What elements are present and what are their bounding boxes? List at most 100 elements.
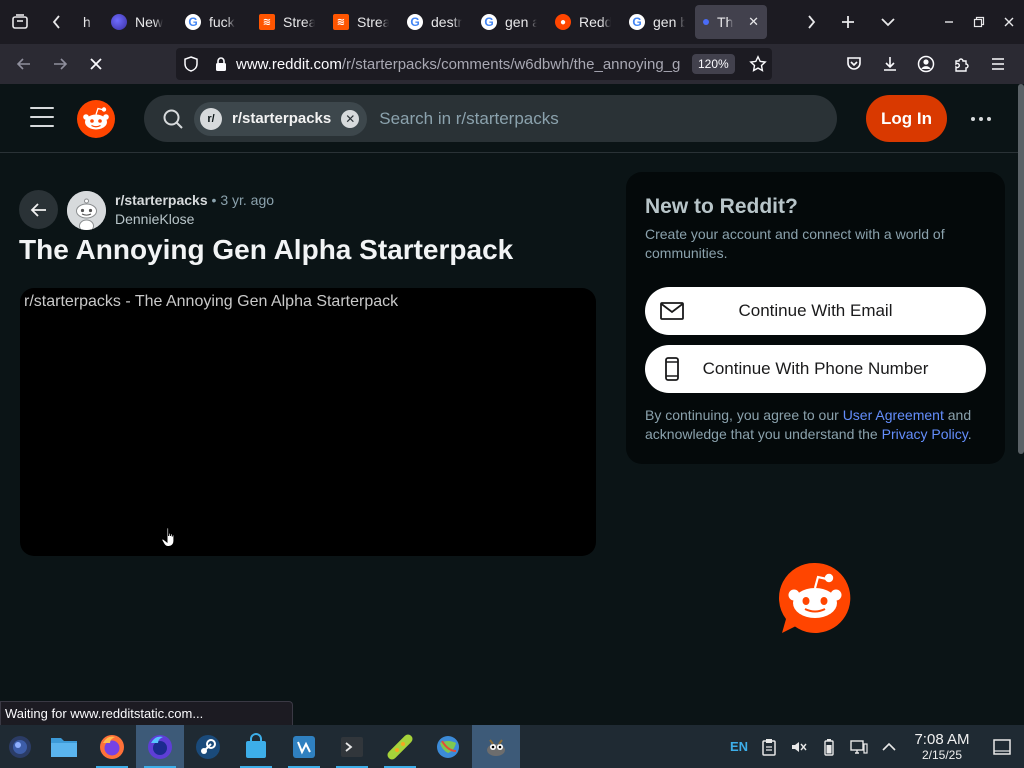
subreddit-search-chip[interactable]: r/ r/starterpacks ✕ bbox=[194, 101, 368, 136]
clipboard-tray-button[interactable] bbox=[754, 725, 784, 768]
extensions-button[interactable] bbox=[944, 46, 980, 82]
taskbar-gimp[interactable] bbox=[472, 725, 520, 768]
signup-title: New to Reddit? bbox=[645, 195, 798, 218]
page-scrollbar[interactable] bbox=[1018, 84, 1024, 454]
downloads-button[interactable] bbox=[872, 46, 908, 82]
browser-tab-label: Th bbox=[717, 14, 734, 30]
keyboard-layout-indicator[interactable]: EN bbox=[724, 725, 754, 768]
signup-description: Create your account and connect with a w… bbox=[645, 226, 945, 261]
tray-expand-button[interactable] bbox=[874, 725, 904, 768]
browser-tab-label: gen a bbox=[505, 14, 537, 30]
pocket-button[interactable] bbox=[836, 46, 872, 82]
list-all-tabs-button[interactable] bbox=[868, 0, 908, 44]
zoom-level-badge[interactable]: 120% bbox=[692, 54, 735, 74]
stop-loading-button[interactable] bbox=[78, 46, 114, 82]
post-title: The Annoying Gen Alpha Starterpack bbox=[19, 234, 514, 265]
post-image[interactable]: r/starterpacks - The Annoying Gen Alpha … bbox=[20, 288, 596, 556]
reddit-icon: ● bbox=[555, 14, 571, 30]
lock-icon[interactable] bbox=[212, 55, 230, 73]
taskbar-vscodium[interactable] bbox=[280, 725, 328, 768]
browser-tab-label: destr bbox=[431, 14, 463, 30]
continue-with-phone-button[interactable]: Continue With Phone Number bbox=[645, 345, 986, 393]
privacy-policy-link[interactable]: Privacy Policy bbox=[882, 426, 968, 442]
clock[interactable]: 7:08 AM 2/15/25 bbox=[904, 731, 980, 762]
browser-tab[interactable]: ● Redd bbox=[547, 5, 619, 39]
soundcloud-icon: ≋ bbox=[333, 14, 349, 30]
firefox-view-button[interactable] bbox=[0, 0, 40, 44]
taskbar-marble[interactable] bbox=[424, 725, 472, 768]
post-meta: r/starterpacks • 3 yr. ago bbox=[115, 192, 274, 208]
google-icon: G bbox=[629, 14, 645, 30]
restore-button[interactable] bbox=[964, 0, 994, 44]
reddit-logo-icon[interactable] bbox=[76, 99, 116, 139]
browser-tab-label: Redd bbox=[579, 14, 611, 30]
browser-tab[interactable]: Ggen a bbox=[473, 5, 545, 39]
url-text[interactable]: www.reddit.com/r/starterpacks/comments/w… bbox=[236, 56, 686, 73]
tab-scroll-left-button[interactable] bbox=[40, 0, 74, 44]
browser-toolbar: www.reddit.com/r/starterpacks/comments/w… bbox=[0, 44, 1024, 84]
hamburger-menu-icon[interactable] bbox=[30, 107, 54, 127]
folder-icon bbox=[51, 737, 77, 757]
close-tab-icon[interactable]: ✕ bbox=[748, 14, 759, 30]
show-desktop-button[interactable] bbox=[980, 725, 1024, 768]
forward-button[interactable] bbox=[42, 46, 78, 82]
new-tab-button[interactable] bbox=[828, 0, 868, 44]
network-icon bbox=[850, 739, 868, 754]
signup-card: New to Reddit? Create your account and c… bbox=[626, 172, 1005, 464]
more-options-icon[interactable] bbox=[962, 102, 1000, 136]
taskbar-steam[interactable] bbox=[184, 725, 232, 768]
firefox-icon bbox=[100, 734, 124, 759]
clear-chip-icon[interactable]: ✕ bbox=[341, 109, 360, 128]
arrow-right-icon bbox=[54, 58, 68, 70]
search-bar[interactable]: r/ r/starterpacks ✕ bbox=[144, 95, 837, 142]
menu-button[interactable] bbox=[980, 46, 1016, 82]
continue-with-email-button[interactable]: Continue With Email bbox=[645, 287, 986, 335]
back-button[interactable] bbox=[19, 190, 58, 229]
tab-scroll-right-button[interactable] bbox=[794, 0, 828, 44]
browser-tab[interactable]: ≋ Strea bbox=[325, 5, 397, 39]
chevron-left-icon bbox=[52, 15, 60, 29]
volume-tray-button[interactable] bbox=[784, 725, 814, 768]
browser-tab[interactable]: Gfuck bbox=[177, 5, 249, 39]
browser-tab[interactable]: New bbox=[103, 5, 175, 39]
browser-tab[interactable]: Gdestr bbox=[399, 5, 471, 39]
taskbar-file-manager[interactable] bbox=[40, 725, 88, 768]
login-button[interactable]: Log In bbox=[866, 95, 947, 142]
browser-tab[interactable]: h bbox=[75, 5, 101, 39]
bookmark-star-icon[interactable] bbox=[748, 55, 767, 73]
close-window-button[interactable] bbox=[994, 0, 1024, 44]
shield-icon[interactable] bbox=[182, 55, 200, 73]
browser-tab-label: New bbox=[135, 14, 164, 30]
browser-tab[interactable]: Ggen b bbox=[621, 5, 693, 39]
url-bar[interactable]: www.reddit.com/r/starterpacks/comments/w… bbox=[176, 48, 772, 80]
post-image-alt-text: r/starterpacks - The Annoying Gen Alpha … bbox=[24, 293, 399, 310]
account-button[interactable] bbox=[908, 46, 944, 82]
battery-tray-button[interactable] bbox=[814, 725, 844, 768]
subreddit-avatar[interactable] bbox=[67, 191, 106, 230]
steam-icon bbox=[196, 734, 220, 759]
browser-tab[interactable]: ≋ Strea bbox=[251, 5, 323, 39]
browser-tab[interactable]: Th ✕ bbox=[695, 5, 767, 39]
taskbar-lutris[interactable] bbox=[376, 725, 424, 768]
user-agreement-link[interactable]: User Agreement bbox=[843, 407, 944, 423]
system-tray: EN 7:08 AM 2/15/25 bbox=[724, 725, 1024, 768]
browser-status-bar: Waiting for www.redditstatic.com... bbox=[0, 701, 293, 725]
taskbar-app-store[interactable] bbox=[232, 725, 280, 768]
taskbar: EN 7:08 AM 2/15/25 bbox=[0, 725, 1024, 768]
subreddit-chip-label: r/starterpacks bbox=[232, 110, 332, 127]
terms-text: By continuing, you agree to our User Agr… bbox=[645, 406, 990, 444]
browser-tab-label: Strea bbox=[357, 14, 389, 30]
start-menu-button[interactable] bbox=[0, 725, 40, 768]
post-author-link[interactable]: DennieKlose bbox=[115, 211, 194, 227]
taskbar-terminal[interactable] bbox=[328, 725, 376, 768]
minimize-icon bbox=[945, 21, 953, 23]
search-input[interactable] bbox=[379, 108, 800, 129]
taskbar-firefox-nightly[interactable] bbox=[136, 725, 184, 768]
back-button[interactable] bbox=[6, 46, 42, 82]
network-tray-button[interactable] bbox=[844, 725, 874, 768]
clipboard-icon bbox=[762, 738, 776, 756]
phone-icon bbox=[665, 357, 679, 381]
taskbar-firefox[interactable] bbox=[88, 725, 136, 768]
subreddit-link[interactable]: r/starterpacks bbox=[115, 192, 208, 208]
minimize-button[interactable] bbox=[934, 0, 964, 44]
